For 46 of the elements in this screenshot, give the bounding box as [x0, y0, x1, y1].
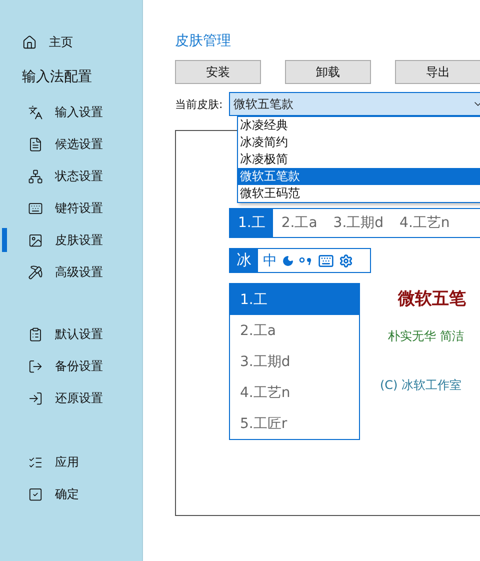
menu-icon: [28, 358, 43, 374]
sidebar-item[interactable]: 备份设置: [0, 350, 142, 382]
sidebar-item[interactable]: 确定: [0, 478, 142, 510]
slogan: 朴实无华 简洁: [388, 328, 465, 345]
menu-icon: [28, 200, 43, 216]
settings-icon[interactable]: [339, 254, 353, 268]
input-mode[interactable]: 中: [263, 252, 277, 270]
menu-icon: [28, 136, 43, 152]
selection-marker: [2, 228, 7, 252]
skin-dropdown[interactable]: 微软五笔款: [228, 92, 480, 116]
action-button[interactable]: 导出: [395, 60, 480, 84]
candidate[interactable]: 1.工: [230, 284, 359, 315]
menu-icon: [28, 326, 43, 342]
moon-icon[interactable]: [282, 254, 294, 266]
dropdown-option[interactable]: 微软王码范: [238, 185, 480, 202]
field-label: 当前皮肤:: [175, 96, 223, 112]
status-logo: 冰: [230, 249, 258, 272]
sidebar-item[interactable]: 状态设置: [0, 160, 142, 192]
copyright: (C) 冰软工作室: [380, 377, 463, 394]
action-button[interactable]: 卸载: [285, 60, 371, 84]
sidebar-item[interactable]: 输入设置: [0, 96, 142, 128]
keyboard-icon[interactable]: [318, 252, 334, 268]
menu-icon: [28, 104, 43, 120]
skin-name: 微软五笔: [398, 288, 466, 310]
sidebar-item[interactable]: 键符设置: [0, 192, 142, 224]
menu-icon: [28, 486, 43, 502]
menu-icon: [28, 232, 43, 248]
menu-icon: [28, 454, 43, 470]
menu-icon: [28, 264, 43, 280]
candidate[interactable]: 1.工: [230, 209, 274, 237]
sidebar-item[interactable]: 皮肤设置: [0, 224, 142, 256]
menu-icon: [28, 390, 43, 406]
dropdown-option[interactable]: 冰凌经典: [238, 117, 480, 134]
menu-icon: [28, 168, 43, 184]
punctuation-icon[interactable]: [299, 256, 313, 266]
sidebar-item[interactable]: 默认设置: [0, 318, 142, 350]
page-title: 皮肤管理: [175, 32, 231, 50]
home-icon: [22, 34, 37, 50]
sidebar-item[interactable]: 候选设置: [0, 128, 142, 160]
sidebar-item[interactable]: 应用: [0, 446, 142, 478]
sidebar-item[interactable]: 主页: [0, 26, 142, 58]
sidebar-item[interactable]: 高级设置: [0, 256, 142, 288]
section-title: 输入法配置: [21, 68, 93, 87]
dropdown-option[interactable]: 微软五笔款: [238, 168, 480, 185]
action-button[interactable]: 安装: [175, 60, 261, 84]
sidebar-item[interactable]: 还原设置: [0, 382, 142, 414]
